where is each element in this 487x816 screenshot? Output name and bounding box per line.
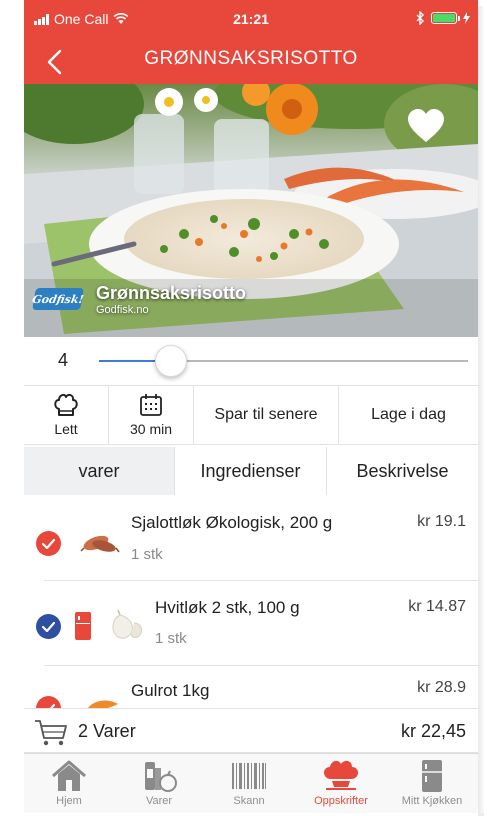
godfisk-logo: Godfisk! xyxy=(31,288,85,310)
page-title: GRØNNSAKSRISOTTO xyxy=(144,48,358,69)
checked-circle-icon[interactable] xyxy=(36,696,61,708)
chef-hat-icon xyxy=(54,393,78,416)
navigation-bar: GRØNNSAKSRISOTTO xyxy=(24,40,478,84)
list-item[interactable]: Gulrot 1kg kr 28.9 xyxy=(24,666,478,708)
logo-text: Godfisk! xyxy=(31,292,85,306)
item-price: kr 14.87 xyxy=(408,598,466,615)
difficulty-label: Lett xyxy=(54,421,78,437)
tabbar-label: Skann xyxy=(233,795,265,807)
save-later-button[interactable]: Spar til senere xyxy=(194,386,339,444)
tab-beskrivelse[interactable]: Beskrivelse xyxy=(327,447,478,495)
recipe-hero-image: Godfisk! Grønnsaksrisotto Godfisk.no xyxy=(24,84,478,337)
in-fridge-icon xyxy=(75,612,91,640)
item-price: kr 19.1 xyxy=(417,513,466,530)
servings-slider-thumb[interactable] xyxy=(155,345,187,377)
item-name: Gulrot 1kg xyxy=(131,681,210,700)
servings-value: 4 xyxy=(58,350,69,370)
barcode-icon xyxy=(232,763,266,789)
servings-slider-row: 4 xyxy=(24,337,478,386)
groceries-icon xyxy=(145,762,177,792)
list-item[interactable]: Sjalottløk Økologisk, 200 g 1 stk kr 19.… xyxy=(24,496,478,581)
garlic-icon xyxy=(112,609,143,639)
recipe-info-row: Lett 30 min Spar til senere Lage i dag xyxy=(24,386,478,445)
checked-circle-icon[interactable] xyxy=(36,531,61,556)
favorite-heart-icon[interactable] xyxy=(407,108,445,144)
bluetooth-icon xyxy=(416,11,424,25)
cart-count: 2 Varer xyxy=(78,721,136,741)
list-item[interactable]: Hvitløk 2 stk, 100 g 1 stk kr 14.87 xyxy=(24,581,478,666)
item-quantity: 1 stk xyxy=(131,546,163,563)
carrot-icon xyxy=(88,700,118,708)
fridge-icon xyxy=(422,760,442,792)
status-right xyxy=(416,11,470,25)
item-name: Sjalottløk Økologisk, 200 g xyxy=(131,513,333,532)
cart-summary[interactable]: 2 Varer kr 22,45 xyxy=(24,708,478,753)
tabbar-label: Hjem xyxy=(56,795,82,807)
checked-circle-icon[interactable] xyxy=(36,614,61,639)
recipe-source: Godfisk.no xyxy=(96,304,149,316)
tabbar-item-varer[interactable]: Varer xyxy=(114,754,204,814)
tabbar-item-skann[interactable]: Skann xyxy=(204,754,294,814)
product-list: Sjalottløk Økologisk, 200 g 1 stk kr 19.… xyxy=(24,496,478,708)
item-name: Hvitløk 2 stk, 100 g xyxy=(155,598,300,617)
device-edge xyxy=(478,6,484,814)
status-bar: One Call 21:21 xyxy=(24,0,478,40)
time-label: 30 min xyxy=(129,421,173,437)
battery-icon xyxy=(431,12,460,24)
bottom-tab-bar: Hjem Varer Skann Oppskrifter Mitt Kjøkke… xyxy=(24,753,478,813)
charging-icon xyxy=(463,12,470,24)
cart-total: kr 22,45 xyxy=(400,721,466,741)
tabbar-label: Oppskrifter xyxy=(314,795,368,807)
tab-varer[interactable]: varer xyxy=(24,447,175,495)
difficulty-cell: Lett xyxy=(24,386,109,444)
tabbar-item-mitt-kjokken[interactable]: Mitt Kjøkken xyxy=(386,754,478,814)
item-price: kr 28.9 xyxy=(417,679,466,696)
shopping-cart-icon xyxy=(35,720,67,746)
clock: 21:21 xyxy=(233,11,269,27)
tabbar-item-oppskrifter[interactable]: Oppskrifter xyxy=(296,754,386,814)
tabbar-label: Mitt Kjøkken xyxy=(401,795,463,807)
tabbar-item-hjem[interactable]: Hjem xyxy=(24,754,114,814)
recipe-tabs: varer Ingredienser Beskrivelse xyxy=(24,447,478,495)
tab-ingredienser[interactable]: Ingredienser xyxy=(175,447,327,495)
app-screen: One Call 21:21 GRØNNSAKSRISOTTO Godfisk!… xyxy=(24,0,478,816)
make-today-button[interactable]: Lage i dag xyxy=(339,386,478,444)
home-icon xyxy=(52,760,86,791)
chef-hat-icon xyxy=(324,760,358,790)
tabbar-label: Varer xyxy=(145,795,173,807)
calendar-icon xyxy=(140,394,162,416)
item-quantity: 1 stk xyxy=(155,630,187,647)
time-cell: 30 min xyxy=(109,386,194,444)
recipe-name: Grønnsaksrisotto xyxy=(96,283,247,303)
shallot-icon xyxy=(80,535,120,553)
